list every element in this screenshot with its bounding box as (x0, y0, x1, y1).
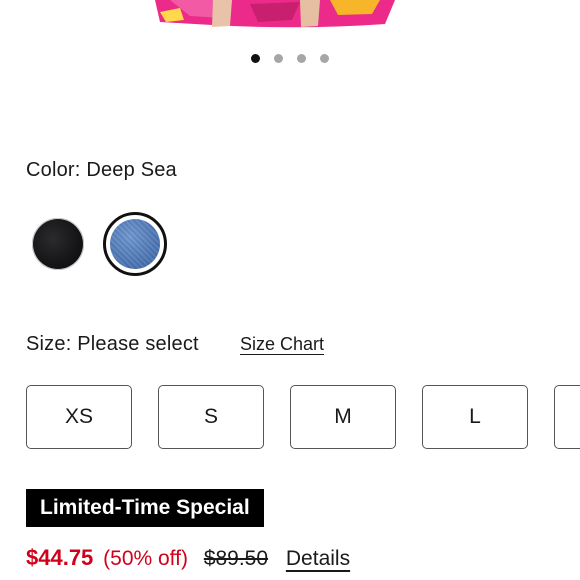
carousel-dot[interactable] (297, 53, 306, 63)
discount-percent: (50% off) (103, 547, 188, 570)
promo-badge: Limited-Time Special (26, 489, 264, 527)
carousel-dot[interactable] (251, 53, 260, 63)
size-selected-text: Please select (77, 333, 199, 355)
sale-price: $44.75 (26, 545, 94, 570)
size-option-next[interactable] (554, 385, 580, 449)
price-details-link[interactable]: Details (286, 547, 350, 570)
size-options: XS S M L (26, 385, 580, 451)
color-swatch-deep-sea-fill (110, 219, 160, 269)
color-swatches (31, 212, 171, 276)
size-label: Size: (26, 333, 72, 355)
color-label: Color: (26, 159, 81, 181)
carousel-dots (0, 52, 580, 64)
size-option-xs[interactable]: XS (26, 385, 132, 449)
carousel-dot[interactable] (274, 53, 283, 63)
size-option-m[interactable]: M (290, 385, 396, 449)
original-price: $89.50 (203, 547, 269, 570)
size-selection-label: Size: Please select (26, 332, 199, 356)
color-swatch-deep-sea[interactable] (103, 212, 167, 276)
price-row: $44.75 (50% off) $89.50 Details (26, 545, 350, 575)
size-chart-link[interactable]: Size Chart (240, 333, 324, 355)
carousel-dot[interactable] (320, 53, 329, 63)
color-swatch-black[interactable] (32, 218, 84, 270)
selected-color-name: Deep Sea (86, 159, 177, 181)
product-image[interactable] (0, 0, 580, 30)
size-option-l[interactable]: L (422, 385, 528, 449)
size-option-s[interactable]: S (158, 385, 264, 449)
color-selection-label: Color: Deep Sea (26, 158, 177, 182)
